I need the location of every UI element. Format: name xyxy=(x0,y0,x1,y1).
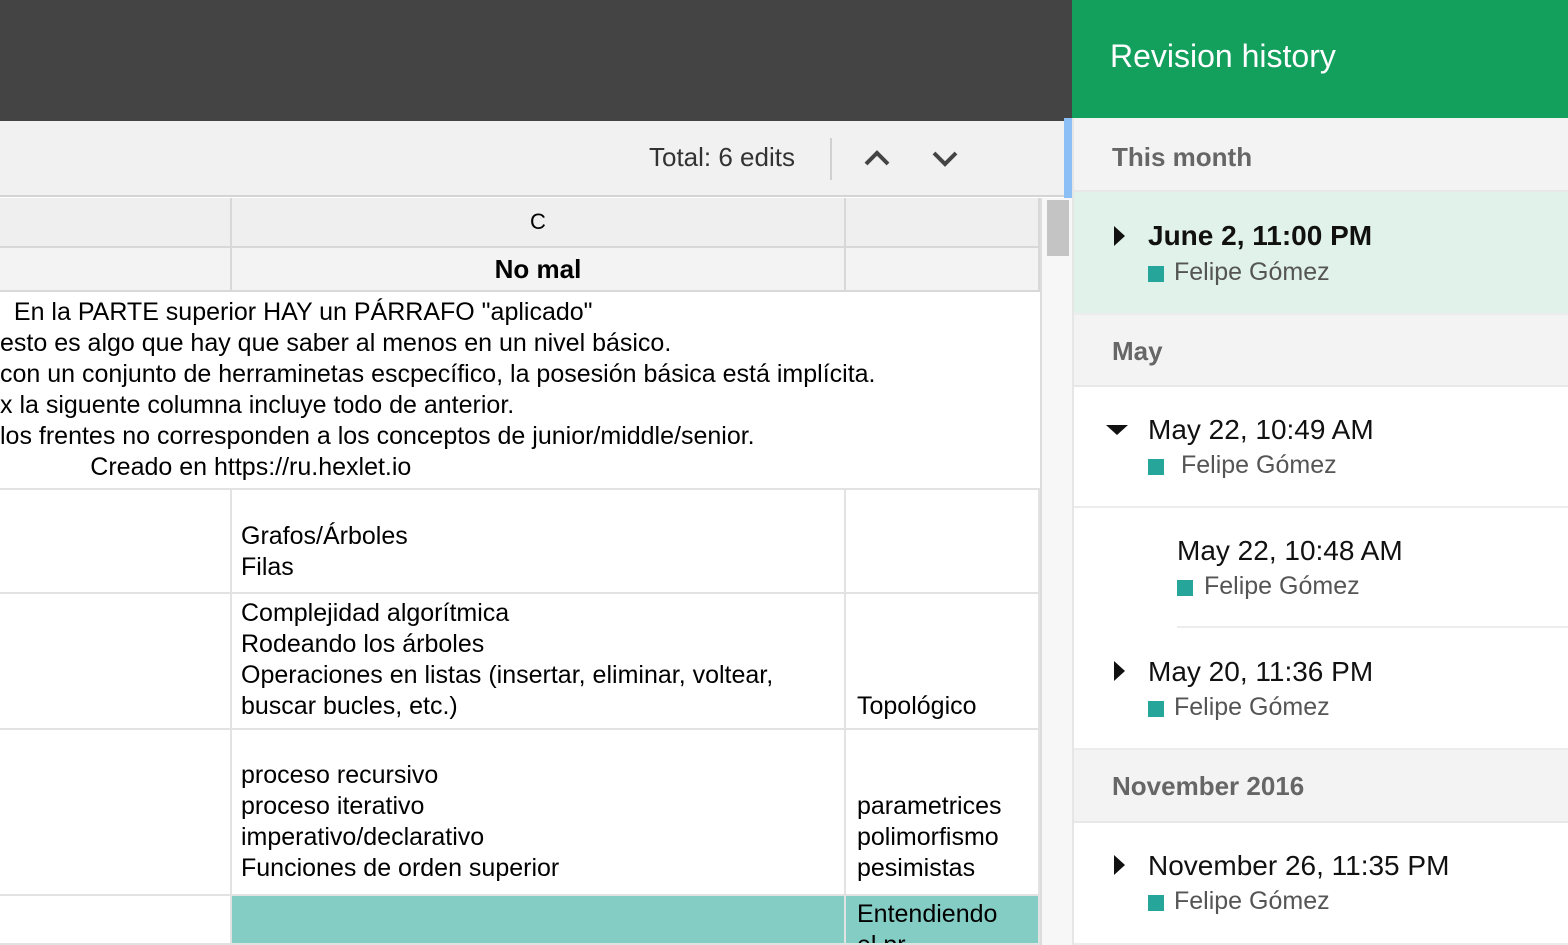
revision-history-panel: This month June 2, 11:00 PM Felipe Gómez… xyxy=(1072,118,1568,945)
chevron-up-icon xyxy=(864,150,890,166)
revision-user: Felipe Gómez xyxy=(1174,693,1330,721)
top-bar xyxy=(0,0,1072,121)
user-color-icon xyxy=(1148,459,1164,475)
cell-proceso[interactable]: proceso recursivo proceso iterativo impe… xyxy=(232,730,846,896)
revision-date: June 2, 11:00 PM xyxy=(1148,220,1373,251)
chevron-down-icon xyxy=(932,151,958,167)
scrollbar-thumb[interactable] xyxy=(1047,200,1069,256)
cell[interactable] xyxy=(0,594,232,730)
revision-user: Felipe Gómez xyxy=(1204,572,1360,600)
cell-grafos[interactable]: Grafos/Árboles Filas xyxy=(232,490,846,594)
cell-entendiendo[interactable]: Entendiendo el pr xyxy=(846,896,1040,945)
revision-date: May 20, 11:36 PM xyxy=(1148,656,1374,687)
expand-triangle-icon[interactable] xyxy=(1114,661,1125,681)
header-cell[interactable] xyxy=(0,248,232,292)
cell-complejidad[interactable]: Complejidad algorítmica Rodeando los árb… xyxy=(232,594,846,730)
column-header-d[interactable] xyxy=(846,198,1040,248)
cell[interactable] xyxy=(846,490,1040,594)
user-color-icon xyxy=(1177,580,1193,596)
divider xyxy=(830,138,832,180)
cell[interactable] xyxy=(0,490,232,594)
revision-history-title: Revision history xyxy=(1072,0,1568,118)
previous-edit-button[interactable] xyxy=(857,140,897,176)
vertical-scrollbar[interactable] xyxy=(1040,198,1072,945)
group-may: May xyxy=(1074,315,1568,387)
group-november-2016: November 2016 xyxy=(1074,750,1568,823)
revision-item[interactable]: May 20, 11:36 PM Felipe Gómez xyxy=(1074,629,1568,750)
column-header-b[interactable] xyxy=(0,198,232,248)
next-edit-button[interactable] xyxy=(925,140,965,176)
header-cell-no-mal[interactable]: No mal xyxy=(232,248,846,292)
column-header-c[interactable]: C xyxy=(232,198,846,248)
highlighted-cell[interactable] xyxy=(232,896,846,945)
group-this-month: This month xyxy=(1074,118,1568,192)
panel-resize-handle[interactable] xyxy=(1064,118,1072,198)
header-cell[interactable] xyxy=(846,248,1040,292)
user-color-icon xyxy=(1148,701,1164,717)
revision-date: May 22, 10:49 AM xyxy=(1148,414,1374,445)
revision-item-selected[interactable]: June 2, 11:00 PM Felipe Gómez xyxy=(1074,192,1568,315)
user-color-icon xyxy=(1148,266,1164,282)
revision-date: May 22, 10:48 AM xyxy=(1177,535,1403,566)
cell-parametrices[interactable]: parametrices polimorfismo pesimistas xyxy=(846,730,1040,896)
divider xyxy=(1177,626,1568,628)
cell-topologico[interactable]: Topológico xyxy=(846,594,1040,730)
user-color-icon xyxy=(1148,895,1164,911)
revision-user: Felipe Gómez xyxy=(1174,258,1330,286)
cell[interactable] xyxy=(0,730,232,896)
revision-item[interactable]: May 22, 10:48 AM Felipe Gómez xyxy=(1074,508,1568,629)
merged-intro-cell[interactable]: En la PARTE superior HAY un PÁRRAFO "apl… xyxy=(0,292,1040,490)
revision-user: Felipe Gómez xyxy=(1181,451,1337,479)
total-edits: Total: 6 edits xyxy=(649,142,795,172)
revision-item[interactable]: May 22, 10:49 AM Felipe Gómez xyxy=(1074,387,1568,508)
collapse-triangle-icon[interactable] xyxy=(1106,425,1128,435)
revision-user: Felipe Gómez xyxy=(1174,887,1330,915)
expand-triangle-icon[interactable] xyxy=(1114,226,1125,246)
revision-toolbar xyxy=(0,121,1066,197)
expand-triangle-icon[interactable] xyxy=(1114,855,1125,875)
revision-date: November 26, 11:35 PM xyxy=(1148,850,1450,881)
cell[interactable] xyxy=(0,896,232,945)
revision-item[interactable]: November 26, 11:35 PM Felipe Gómez xyxy=(1074,823,1568,945)
